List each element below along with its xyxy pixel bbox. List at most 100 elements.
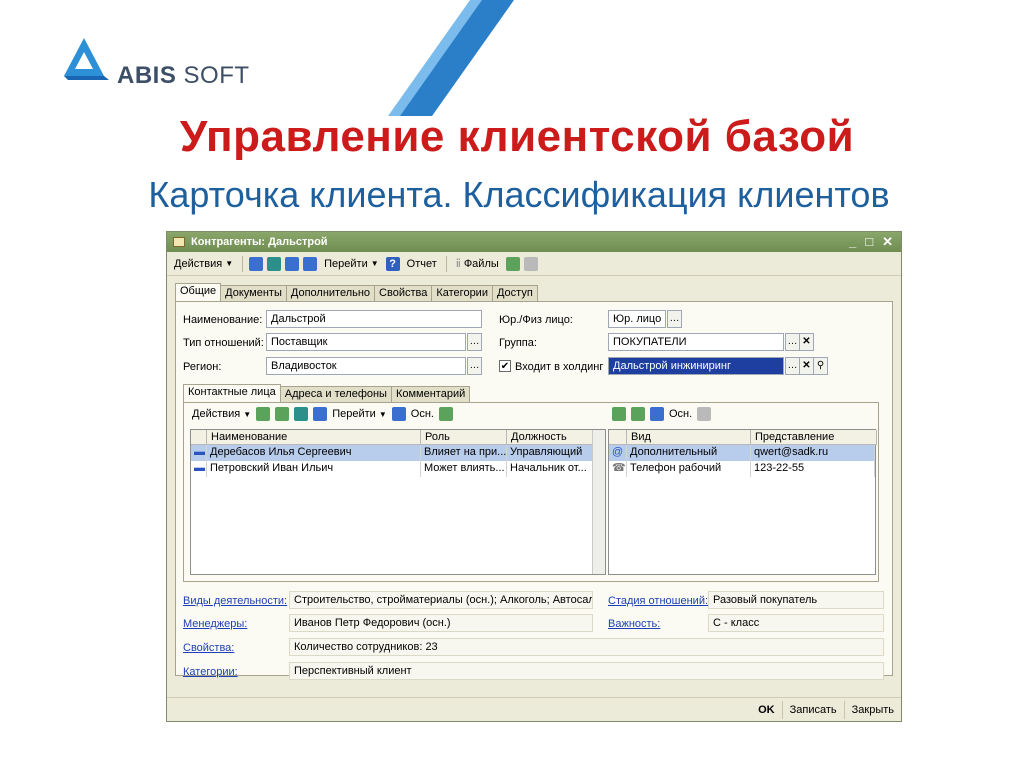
table-row[interactable]: ▬ Деребасов Илья Сергеевич Влияет на при… [191, 445, 593, 461]
delete-address-icon[interactable] [650, 407, 664, 421]
copy-icon[interactable] [285, 256, 300, 271]
holding-open-icon[interactable]: ⚲ [813, 357, 828, 375]
copy-address-icon[interactable] [631, 407, 645, 421]
settings-icon[interactable] [697, 407, 712, 421]
activity-link[interactable]: Виды деятельности: [183, 595, 287, 607]
holding-checkbox[interactable]: ✔ [499, 360, 511, 372]
holding-clear-icon[interactable]: ✕ [799, 357, 814, 375]
contacts-goto-menu[interactable]: Перейти ▼ [332, 408, 387, 420]
edit-contact-icon[interactable] [294, 407, 309, 421]
managers-value: Иванов Петр Федорович (осн.) [289, 614, 593, 632]
stage-link[interactable]: Стадия отношений: [608, 595, 708, 607]
group-clear-icon[interactable]: ✕ [799, 333, 814, 351]
contact-role: Влияет на при... [421, 445, 507, 461]
phone-icon[interactable] [523, 256, 538, 271]
contacts-header-position[interactable]: Должность [507, 430, 593, 445]
close-button[interactable]: Закрыть [843, 700, 901, 719]
region-field[interactable]: Владивосток [266, 357, 466, 375]
decorative-stripe [388, 0, 514, 116]
contacts-main-button[interactable]: Осн. [411, 408, 434, 420]
close-icon[interactable]: ✕ [882, 234, 893, 250]
actions-label: Действия [174, 257, 223, 270]
name-label: Наименование: [183, 314, 263, 326]
email-icon: @ [609, 445, 627, 461]
copy-contact-icon[interactable] [275, 407, 290, 421]
properties-value: Количество сотрудников: 23 [289, 638, 884, 656]
chevron-down-icon: ▼ [370, 259, 379, 268]
address-value: 123-22-55 [751, 461, 875, 477]
categories-value: Перспективный клиент [289, 662, 884, 680]
tab-general[interactable]: Общие [175, 283, 222, 301]
structure-icon[interactable] [267, 256, 282, 271]
back-icon[interactable] [249, 256, 264, 271]
region-select-button[interactable]: … [467, 357, 482, 375]
table-row[interactable]: ▬ Петровский Иван Ильич Может влиять... … [191, 461, 593, 477]
tab-contacts[interactable]: Контактные лица [183, 384, 281, 402]
legal-type-select-button[interactable]: … [667, 310, 682, 328]
camera-icon[interactable] [438, 407, 453, 421]
categories-link[interactable]: Категории: [183, 666, 238, 678]
bottom-buttons: OK Записать Закрыть [167, 697, 901, 721]
holding-select-button[interactable]: … [785, 357, 800, 375]
tab-documents[interactable]: Документы [220, 285, 287, 301]
contacts-actions-menu[interactable]: Действия ▼ [192, 408, 251, 420]
delete-contact-icon[interactable] [313, 407, 328, 421]
relation-select-button[interactable]: … [467, 333, 482, 351]
add-address-icon[interactable] [612, 407, 626, 421]
managers-link[interactable]: Менеджеры: [183, 618, 247, 630]
address-type: Телефон рабочий [627, 461, 751, 477]
based-on-icon[interactable] [303, 256, 318, 271]
tab-access[interactable]: Доступ [491, 285, 538, 301]
contacts-header-name[interactable]: Наименование [207, 430, 421, 445]
contacts-scrollbar[interactable] [592, 430, 605, 574]
contacts-header-icon-col [191, 430, 207, 445]
tab-addresses[interactable]: Адреса и телефоны [279, 386, 392, 402]
help-icon[interactable]: ? [385, 256, 400, 271]
holding-field[interactable]: Дальстрой инжиниринг [608, 357, 784, 375]
minimize-icon[interactable]: _ [849, 234, 856, 250]
paperclip-icon: ⅱ [455, 258, 461, 270]
tab-categories[interactable]: Категории [431, 285, 493, 301]
tab-additional[interactable]: Дополнительно [285, 285, 376, 301]
contact-name: Петровский Иван Ильич [207, 461, 421, 477]
files-button[interactable]: ⅱ Файлы [453, 255, 502, 272]
properties-link[interactable]: Свойства: [183, 642, 234, 654]
main-tabs: Общие Документы Дополнительно Свойства К… [175, 283, 538, 301]
client-card-window: Контрагенты: Дальстрой _ □ ✕ Действия ▼ П… [166, 231, 902, 722]
addresses-toolbar: Осн. [612, 407, 712, 421]
group-select-button[interactable]: … [785, 333, 800, 351]
report-label: Отчет [406, 257, 437, 270]
importance-link[interactable]: Важность: [608, 618, 660, 630]
add-contact-icon[interactable] [256, 407, 271, 421]
slide: ABIS SOFT Управление клиентской базой Ка… [0, 0, 1024, 768]
maximize-icon[interactable]: □ [865, 234, 873, 250]
relation-type-field[interactable]: Поставщик [266, 333, 466, 351]
group-label: Группа: [499, 337, 537, 349]
actions-menu[interactable]: Действия ▼ [171, 256, 236, 272]
name-field[interactable]: Дальстрой [266, 310, 482, 328]
contacts-table: Наименование Роль Должность ▬ Деребасов … [190, 429, 606, 575]
addresses-header-icon-col [609, 430, 627, 445]
tab-properties[interactable]: Свойства [374, 285, 433, 301]
report-button[interactable]: Отчет [404, 256, 440, 272]
stage-value: Разовый покупатель [708, 591, 884, 609]
addresses-main-button[interactable]: Осн. [669, 408, 692, 420]
contacts-header-role[interactable]: Роль [421, 430, 507, 445]
folder-icon [173, 237, 185, 247]
addresses-header-value[interactable]: Представление [751, 430, 877, 445]
region-label: Регион: [183, 361, 222, 373]
legal-type-field[interactable]: Юр. лицо [608, 310, 666, 328]
camera-icon[interactable] [505, 256, 520, 271]
group-field[interactable]: ПОКУПАТЕЛИ [608, 333, 784, 351]
refresh-icon[interactable] [391, 407, 406, 421]
contact-icon: ▬ [191, 461, 207, 477]
save-button[interactable]: Записать [781, 700, 844, 719]
contacts-toolbar: Действия ▼ Перейти ▼ Осн. [192, 407, 453, 421]
tab-comment[interactable]: Комментарий [390, 386, 471, 402]
goto-menu[interactable]: Перейти ▼ [321, 256, 382, 272]
table-row[interactable]: ☎ Телефон рабочий 123-22-55 [609, 461, 875, 477]
ok-button[interactable]: OK [751, 701, 782, 719]
addresses-header-type[interactable]: Вид [627, 430, 751, 445]
table-row[interactable]: @ Дополнительный qwert@sadk.ru [609, 445, 875, 461]
addresses-table: Вид Представление @ Дополнительный qwert… [608, 429, 877, 575]
